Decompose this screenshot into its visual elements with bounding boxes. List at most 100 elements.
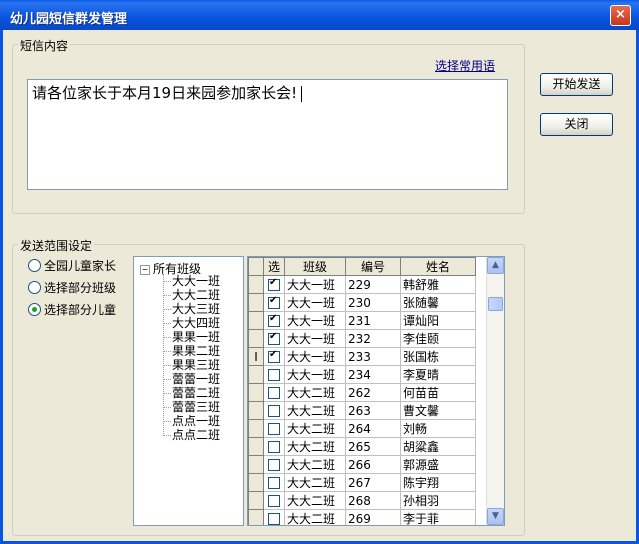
tree-item-class[interactable]: 大大二班 — [172, 288, 220, 302]
checkbox[interactable] — [268, 441, 280, 453]
collapse-icon[interactable]: − — [140, 264, 150, 275]
table-row[interactable]: 大大二班 262 何苗苗 — [248, 383, 476, 402]
col-name[interactable]: 姓名 — [400, 257, 476, 276]
checkbox[interactable] — [268, 405, 280, 417]
row-header[interactable] — [248, 491, 264, 510]
row-header[interactable] — [248, 311, 264, 330]
row-header[interactable] — [248, 383, 264, 402]
close-window-button[interactable]: × — [610, 5, 631, 26]
table-row[interactable]: 大大一班 234 李夏晴 — [248, 365, 476, 384]
select-cell[interactable] — [263, 347, 285, 366]
checkbox[interactable] — [268, 369, 280, 381]
table-row[interactable]: 大大二班 263 曹文馨 — [248, 401, 476, 420]
checkbox[interactable] — [268, 459, 280, 471]
checkbox[interactable] — [268, 513, 280, 525]
row-header[interactable] — [248, 437, 264, 456]
select-cell[interactable] — [263, 419, 285, 438]
table-row[interactable]: I 大大一班233张国栋 — [248, 347, 476, 366]
col-select[interactable]: 选 — [263, 257, 285, 276]
select-cell[interactable] — [263, 473, 285, 492]
select-cell[interactable] — [263, 275, 285, 294]
table-row[interactable]: 大大二班 267 陈宇翔 — [248, 473, 476, 492]
message-textarea[interactable]: 请各位家长于本月19日来园参加家长会! — [27, 79, 508, 190]
scroll-thumb[interactable] — [488, 297, 503, 311]
checkbox-checked[interactable] — [268, 277, 280, 291]
tree-item-class[interactable]: 果果二班 — [172, 344, 220, 358]
select-cell[interactable] — [263, 509, 285, 525]
row-header[interactable] — [248, 473, 264, 492]
tree-item-class[interactable]: 点点一班 — [172, 414, 220, 428]
children-grid[interactable]: 选 班级 编号 姓名 大大一班229韩舒雅大大一班230张随馨大大一班231谭灿… — [247, 256, 505, 526]
checkbox-checked[interactable] — [268, 313, 280, 327]
tree-item-class[interactable]: 蕾蕾二班 — [172, 386, 220, 400]
table-row[interactable]: 大大一班231谭灿阳 — [248, 311, 476, 330]
table-row[interactable]: 大大二班 264 刘畅 — [248, 419, 476, 438]
table-row[interactable]: 大大一班230张随馨 — [248, 293, 476, 312]
row-header[interactable] — [248, 509, 264, 525]
tree-item-class[interactable]: 大大四班 — [172, 316, 220, 330]
class-tree[interactable]: − 所有班级 大大一班 大大二班 大大三班 大大四班 果果一班 果果二班 果果三班 蕾蕾一班 蕾蕾… — [133, 256, 244, 526]
tree-item-class[interactable]: 大大三班 — [172, 302, 220, 316]
select-cell[interactable] — [263, 383, 285, 402]
row-header[interactable] — [248, 293, 264, 312]
tree-item-class[interactable]: 果果一班 — [172, 330, 220, 344]
checkbox[interactable] — [268, 387, 280, 399]
select-cell[interactable] — [263, 365, 285, 384]
checkbox[interactable] — [268, 423, 280, 435]
scroll-down-icon[interactable]: ▼ — [487, 508, 504, 525]
message-text: 请各位家长于本月19日来园参加家长会! — [32, 84, 298, 102]
checkbox-checked[interactable] — [268, 331, 280, 345]
id-cell: 269 — [345, 509, 401, 525]
select-cell[interactable] — [263, 311, 285, 330]
scroll-up-icon[interactable]: ▲ — [487, 257, 504, 274]
tree-item-class[interactable]: 蕾蕾一班 — [172, 372, 220, 386]
row-header[interactable] — [248, 401, 264, 420]
tree-item-class[interactable]: 果果三班 — [172, 358, 220, 372]
table-row[interactable]: 大大一班229韩舒雅 — [248, 275, 476, 294]
table-row[interactable]: 大大二班 266 郭源盛 — [248, 455, 476, 474]
select-cell[interactable] — [263, 455, 285, 474]
tree-connector — [163, 435, 171, 436]
row-header[interactable] — [248, 365, 264, 384]
children-table: 选 班级 编号 姓名 大大一班229韩舒雅大大一班230张随馨大大一班231谭灿… — [248, 257, 476, 525]
select-cell[interactable] — [263, 293, 285, 312]
radio-button[interactable] — [28, 259, 41, 272]
tree-connector — [163, 407, 171, 408]
table-row[interactable]: 大大二班 268 孙相羽 — [248, 491, 476, 510]
row-header[interactable] — [248, 419, 264, 438]
radio-button-selected[interactable] — [28, 303, 41, 316]
tree-item-class[interactable]: 蕾蕾三班 — [172, 400, 220, 414]
start-send-button[interactable]: 开始发送 — [540, 73, 613, 96]
checkbox[interactable] — [268, 495, 280, 507]
radio-some-classes[interactable]: 选择部分班级 — [28, 279, 116, 295]
tree-item-class[interactable]: 点点二班 — [172, 428, 220, 442]
table-row[interactable]: 大大一班232李佳颐 — [248, 329, 476, 348]
radio-all-parents[interactable]: 全园儿童家长 — [28, 257, 116, 273]
select-template-link[interactable]: 选择常用语 — [435, 57, 495, 74]
row-header[interactable]: I — [248, 347, 264, 366]
select-cell[interactable] — [263, 491, 285, 510]
class-cell: 大大二班 — [284, 437, 346, 456]
name-cell: 张随馨 — [400, 293, 476, 312]
row-header[interactable] — [248, 275, 264, 294]
radio-button[interactable] — [28, 281, 41, 294]
table-row[interactable]: 大大二班 269 李于菲 — [248, 509, 476, 525]
class-cell: 大大二班 — [284, 383, 346, 402]
tree-item-class[interactable]: 大大一班 — [172, 274, 220, 288]
select-cell[interactable] — [263, 437, 285, 456]
table-row[interactable]: 大大二班 265 胡粱鑫 — [248, 437, 476, 456]
col-id[interactable]: 编号 — [345, 257, 401, 276]
checkbox-checked[interactable] — [268, 295, 280, 309]
checkbox[interactable] — [268, 477, 280, 489]
close-button[interactable]: 关闭 — [540, 113, 613, 136]
checkbox-checked[interactable] — [268, 349, 280, 363]
name-cell: 郭源盛 — [400, 455, 476, 474]
select-cell[interactable] — [263, 329, 285, 348]
select-cell[interactable] — [263, 401, 285, 420]
radio-some-children[interactable]: 选择部分儿童 — [28, 301, 116, 317]
tree-connector — [163, 351, 171, 352]
row-header[interactable] — [248, 329, 264, 348]
row-header[interactable] — [248, 455, 264, 474]
vertical-scrollbar[interactable]: ▲ ▼ — [486, 257, 504, 525]
col-class[interactable]: 班级 — [284, 257, 346, 276]
